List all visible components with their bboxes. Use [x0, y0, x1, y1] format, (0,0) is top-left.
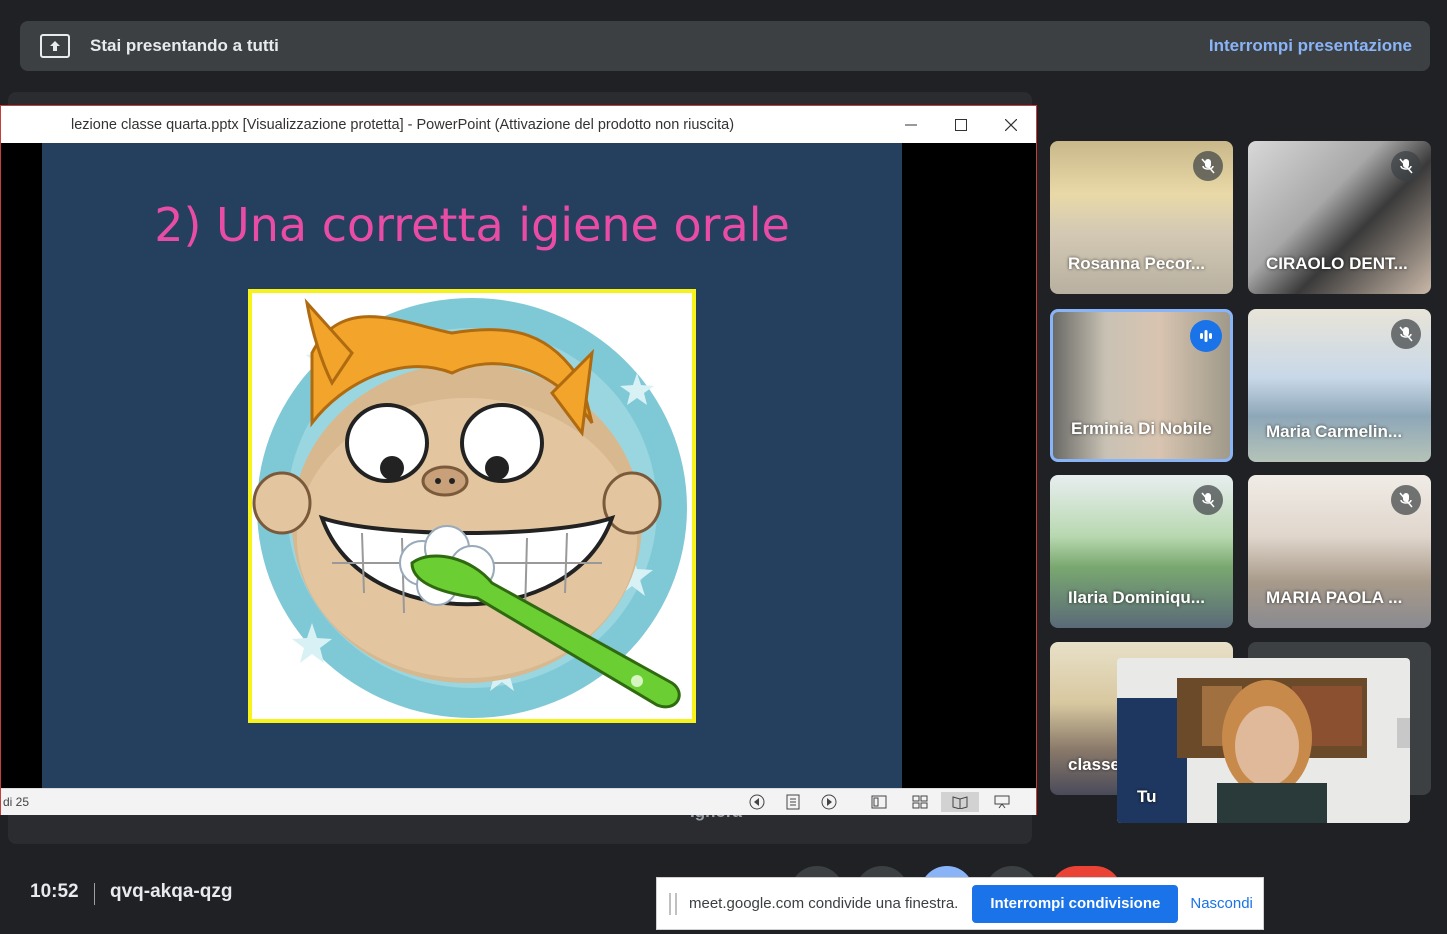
slideshow-button[interactable]	[991, 792, 1013, 812]
slide-viewport: 2) Una corretta igiene orale	[1, 143, 1036, 788]
maximize-button[interactable]	[941, 111, 981, 139]
powerpoint-statusbar: di 25	[1, 788, 1036, 815]
toothbrush-cartoon-image	[248, 289, 696, 723]
sharing-message: meet.google.com condivide una finestra.	[689, 895, 959, 912]
mic-off-icon	[1391, 319, 1421, 349]
slide-sorter-button[interactable]	[909, 792, 931, 812]
divider	[94, 883, 95, 905]
maximize-icon	[955, 119, 967, 131]
minimize-icon	[905, 124, 917, 126]
participant-tile[interactable]: Rosanna Pecor...	[1050, 141, 1233, 294]
participant-tile[interactable]: CIRAOLO DENT...	[1248, 141, 1431, 294]
participant-name: Rosanna Pecor...	[1068, 254, 1205, 273]
meeting-time: 10:52	[30, 881, 79, 902]
previous-icon	[749, 794, 765, 810]
mic-off-icon	[1391, 151, 1421, 181]
speaking-indicator-icon	[1190, 320, 1222, 352]
slideshow-icon	[994, 795, 1010, 809]
participant-tile-speaking[interactable]: Erminia Di Nobile	[1050, 309, 1233, 462]
minimize-button[interactable]	[891, 111, 931, 139]
grid-icon	[912, 795, 928, 809]
participant-tile[interactable]: MARIA PAOLA ...	[1248, 475, 1431, 628]
slide-title: 2) Una corretta igiene orale	[154, 198, 790, 252]
self-video-frame	[1117, 658, 1410, 823]
participant-name: Maria Carmelin...	[1266, 422, 1403, 441]
slide-counter: di 25	[3, 795, 30, 809]
close-icon	[1005, 119, 1017, 131]
drag-handle-icon[interactable]	[669, 892, 677, 915]
next-icon	[821, 794, 837, 810]
self-view-tile[interactable]: Tu	[1117, 658, 1410, 823]
presenting-status: Stai presentando a tutti	[90, 36, 279, 55]
presenting-banner: Stai presentando a tutti Interrompi pres…	[20, 21, 1430, 71]
participant-name: MARIA PAOLA ...	[1266, 588, 1403, 607]
previous-slide-button[interactable]	[746, 792, 768, 812]
normal-view-icon	[871, 795, 887, 809]
stop-presenting-button[interactable]: Interrompi presentazione	[1209, 36, 1412, 56]
meeting-code[interactable]: qvq-akqa-qzg	[110, 881, 232, 903]
powerpoint-window: lezione classe quarta.pptx [Visualizzazi…	[0, 105, 1037, 815]
stop-sharing-button[interactable]: Interrompi condivisione	[972, 884, 1179, 923]
participant-name: Erminia Di Nobile	[1071, 419, 1212, 438]
book-icon	[952, 796, 968, 809]
participant-name: classe	[1068, 755, 1120, 774]
participant-tile[interactable]: Ilaria Dominiqu...	[1050, 475, 1233, 628]
mic-off-icon	[1193, 485, 1223, 515]
mic-off-icon	[1391, 485, 1421, 515]
menu-icon	[786, 794, 800, 810]
window-title: lezione classe quarta.pptx [Visualizzazi…	[71, 117, 735, 133]
participant-name: CIRAOLO DENT...	[1266, 254, 1408, 273]
next-slide-button[interactable]	[818, 792, 840, 812]
self-name-label: Tu	[1137, 787, 1157, 806]
close-button[interactable]	[991, 111, 1031, 139]
present-screen-icon	[40, 34, 70, 58]
hide-button[interactable]: Nascondi	[1190, 895, 1253, 912]
normal-view-button[interactable]	[868, 792, 890, 812]
participant-tile[interactable]: Maria Carmelin...	[1248, 309, 1431, 462]
reading-view-button[interactable]	[941, 792, 979, 812]
powerpoint-titlebar: lezione classe quarta.pptx [Visualizzazi…	[1, 106, 1036, 143]
sharing-notification-bar: meet.google.com condivide una finestra. …	[656, 877, 1264, 930]
slide-menu-button[interactable]	[782, 792, 804, 812]
participant-name: Ilaria Dominiqu...	[1068, 588, 1205, 607]
slide: 2) Una corretta igiene orale	[42, 143, 902, 788]
mic-off-icon	[1193, 151, 1223, 181]
